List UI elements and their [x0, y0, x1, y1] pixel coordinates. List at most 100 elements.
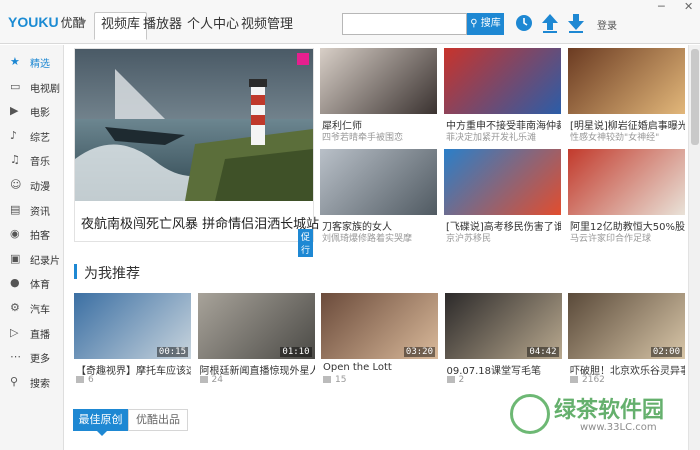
video-duration: 00:15: [156, 347, 188, 357]
featured-icon: ★: [10, 55, 20, 68]
chevron-down-icon[interactable]: ▼: [80, 18, 86, 27]
tab-youku-produced[interactable]: 优酷出品: [128, 409, 188, 431]
video-duration: 01:10: [280, 347, 312, 357]
sidebar-item-2[interactable]: ▶ 电影: [0, 99, 64, 123]
sidebar-item-12[interactable]: ⋯ 更多: [0, 345, 64, 369]
sidebar-item-13[interactable]: ⚲ 搜索: [0, 370, 64, 394]
view-count: 2: [446, 375, 465, 385]
recommended-title[interactable]: Open the Lott: [323, 362, 438, 373]
sidebar-item-4[interactable]: ♫ 音乐: [0, 148, 64, 172]
sidebar-item-6[interactable]: ▤ 资讯: [0, 198, 64, 222]
sidebar-item-8[interactable]: ▣ 纪录片: [0, 247, 64, 271]
featured-subtitle[interactable]: 京沪苏移民: [446, 231, 561, 244]
featured-subtitle[interactable]: 刘佩琦爆修路着实哭摩: [322, 231, 437, 244]
sidebar-item-label: 音乐: [30, 157, 50, 169]
view-count-text: 2: [458, 375, 465, 385]
music-note-icon: ♫: [10, 153, 20, 167]
tab-video-management[interactable]: 视频管理: [235, 13, 299, 37]
sidebar-item-7[interactable]: ◉ 拍客: [0, 222, 64, 246]
play-icon: [446, 376, 455, 383]
recommended-card[interactable]: 01:10阿根廷新闻直播惊现外星人外24: [197, 293, 315, 389]
featured-card[interactable]: 中方重申不接受菲南海仲裁 菲决定加紧开发礼乐滩: [444, 48, 561, 144]
sidebar-item-label: 精选: [30, 59, 50, 70]
featured-subtitle[interactable]: 马云许家印合作足球: [570, 231, 685, 244]
search-input[interactable]: [342, 13, 467, 35]
sidebar-item-label: 拍客: [30, 231, 50, 243]
featured-subtitle[interactable]: 性感女神较劲"女神经": [570, 130, 685, 143]
recommended-thumbnail[interactable]: 04:42: [444, 293, 562, 359]
sidebar-item-0[interactable]: ★ 精选: [0, 50, 64, 74]
main-content: 夜航南极闯死亡风暴 拼命情侣泪洒长城站 促行 犀利仁师 四爷若晴牵手被围恋 中方重申…: [65, 45, 687, 450]
scrollbar-thumb[interactable]: [691, 49, 699, 145]
sidebar-item-5[interactable]: ☺ 动漫: [0, 173, 64, 197]
upload-icon[interactable]: [540, 12, 560, 34]
recommended-thumbnail[interactable]: 03:20: [321, 293, 438, 359]
download-icon[interactable]: [566, 12, 586, 34]
recommended-thumbnail[interactable]: 00:15: [74, 293, 191, 359]
cartoon-icon: ☺: [10, 178, 22, 191]
sidebar-item-10[interactable]: ⚙ 汽车: [0, 296, 64, 320]
sidebar-item-label: 综艺: [30, 132, 50, 144]
hero-thumbnail[interactable]: [75, 49, 313, 201]
featured-card[interactable]: 刀客家族的女人 刘佩琦爆修路着实哭摩: [320, 149, 437, 245]
search-button-label: 搜库: [480, 18, 501, 29]
sidebar-item-label: 电视剧: [30, 83, 60, 95]
logo-text: YOUKU: [8, 14, 59, 30]
car-icon: ⚙: [10, 301, 20, 314]
sidebar: ★ 精选 ▭ 电视剧 ▶ 电影 ♪ 综艺 ♫ 音乐 ☺ 动漫 ▤ 资讯 ◉ 拍客 ▣ 纪录片 ● 体育 ⚙ 汽车 ▷ 直播 ⋯ 更…: [0, 45, 64, 450]
view-count-text: 6: [88, 375, 94, 385]
featured-thumbnail[interactable]: [320, 149, 437, 215]
tv-icon: ▭: [10, 79, 21, 93]
video-duration: 02:00: [650, 347, 682, 357]
watermark-url: www.33LC.com: [580, 422, 657, 433]
featured-card[interactable]: 犀利仁师 四爷若晴牵手被围恋: [320, 48, 437, 144]
featured-card[interactable]: 阿里12亿助教恒大50%股 马云许家印合作足球: [568, 149, 685, 245]
tab-best-original[interactable]: 最佳原创: [73, 409, 128, 431]
sidebar-item-label: 汽车: [30, 305, 50, 316]
sidebar-item-11[interactable]: ▷ 直播: [0, 321, 64, 345]
login-link[interactable]: 登录: [597, 17, 617, 32]
search-button[interactable]: ⚲ 搜库: [467, 13, 504, 35]
scrollbar[interactable]: [688, 45, 700, 450]
watermark: 绿茶软件园 www.33LC.com: [510, 392, 690, 448]
featured-thumbnail[interactable]: [444, 149, 561, 215]
featured-thumbnail[interactable]: [568, 149, 685, 215]
recommended-thumbnail[interactable]: 01:10: [197, 293, 315, 359]
featured-card[interactable]: [明星说]柳岩征婚启事曝光 性感女神较劲"女神经": [568, 48, 685, 144]
view-count-text: 2162: [582, 375, 605, 385]
hero-badge: 促行: [298, 229, 314, 257]
film-icon: ▶: [10, 104, 19, 118]
recommended-card[interactable]: 04:42 09.07.18课堂写毛笔 2: [444, 293, 562, 389]
play-icon: [76, 376, 84, 383]
watermark-logo-icon: [510, 394, 550, 434]
search-icon: ⚲: [470, 18, 478, 29]
recommended-card[interactable]: 03:20 Open the Lott 15: [321, 293, 438, 389]
youku-logo[interactable]: YOUKU 优酷: [8, 14, 85, 31]
sidebar-item-9[interactable]: ● 体育: [0, 271, 64, 295]
active-tab-pointer: [97, 431, 107, 436]
view-count-text: 15: [335, 375, 347, 385]
section-accent-bar: [74, 264, 77, 279]
featured-card[interactable]: [飞碟说]高考移民伤害了谁 京沪苏移民: [444, 149, 561, 245]
featured-thumbnail[interactable]: [568, 48, 685, 114]
recommended-thumbnail[interactable]: 02:00: [568, 293, 685, 359]
featured-thumbnail[interactable]: [320, 48, 437, 114]
featured-subtitle[interactable]: 四爷若晴牵手被围恋: [322, 130, 437, 143]
sidebar-item-label: 更多: [30, 354, 50, 366]
sidebar-item-1[interactable]: ▭ 电视剧: [0, 75, 64, 99]
documentary-icon: ▣: [10, 251, 21, 265]
featured-subtitle[interactable]: 菲决定加紧开发礼乐滩: [446, 130, 561, 143]
hero-title[interactable]: 夜航南极闯死亡风暴 拼命情侣泪洒长城站: [81, 213, 319, 232]
hero-card[interactable]: 夜航南极闯死亡风暴 拼命情侣泪洒长城站 促行: [74, 48, 319, 257]
minimize-icon[interactable]: ─: [658, 0, 665, 13]
featured-thumbnail[interactable]: [444, 48, 561, 114]
view-count: 6: [76, 375, 94, 385]
sidebar-item-label: 搜索: [30, 378, 50, 390]
view-count: 24: [199, 375, 223, 385]
recommended-card[interactable]: 02:00吓破胆！北京欢乐谷灵异事件2162: [568, 293, 685, 389]
sidebar-item-label: 电影: [30, 108, 50, 120]
sidebar-item-3[interactable]: ♪ 综艺: [0, 124, 64, 148]
clock-icon[interactable]: [514, 12, 534, 34]
recommended-card[interactable]: 00:15【奇趣视界】摩托车应该这样6: [74, 293, 191, 389]
close-icon[interactable]: ✕: [684, 0, 693, 13]
